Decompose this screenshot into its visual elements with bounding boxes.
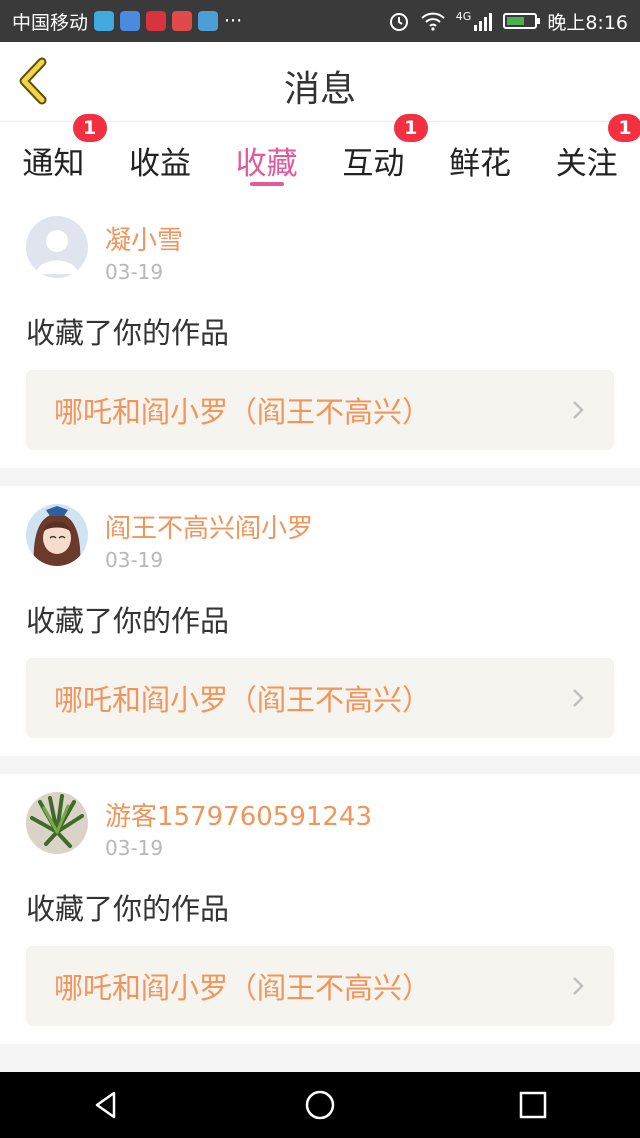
- nav-recents-button[interactable]: [503, 1083, 563, 1127]
- anime-avatar-icon: [26, 504, 88, 566]
- nav-back-button[interactable]: [77, 1083, 137, 1127]
- nav-home-button[interactable]: [290, 1083, 350, 1127]
- tab-interactions[interactable]: 互动 1: [320, 114, 428, 198]
- unread-badge: 1: [608, 114, 640, 142]
- chevron-right-icon: [573, 689, 584, 707]
- username[interactable]: 游客1579760591243: [105, 796, 372, 833]
- tab-favorites[interactable]: 收藏: [213, 122, 320, 198]
- system-nav-bar: [0, 1072, 640, 1138]
- list-item: 游客1579760591243 03-19 收藏了你的作品 哪吒和阎小罗（阎王不…: [0, 774, 640, 1044]
- username[interactable]: 阎王不高兴阎小罗: [105, 508, 313, 545]
- action-text: 收藏了你的作品: [26, 316, 230, 350]
- default-user-icon: [26, 216, 88, 278]
- work-title: 哪吒和阎小罗（阎王不高兴）: [54, 395, 432, 429]
- tab-label: 通知: [22, 145, 85, 182]
- avatar[interactable]: [26, 792, 88, 854]
- browser-app-icon: [198, 11, 219, 31]
- wifi-icon: [421, 12, 445, 31]
- tab-label: 关注: [555, 145, 618, 182]
- app-header: 消息: [0, 42, 640, 122]
- page-title: 消息: [283, 69, 356, 110]
- tab-bar: 通知 1 收益 收藏 互动 1 鲜花 关注 1: [0, 114, 640, 198]
- tab-notifications[interactable]: 通知 1: [0, 114, 107, 198]
- circle-home-icon: [305, 1090, 335, 1120]
- shop-app-icon: [172, 11, 193, 31]
- weibo-app-icon: [94, 11, 115, 31]
- unread-badge: 1: [72, 114, 107, 142]
- list-item: 阎王不高兴阎小罗 03-19 收藏了你的作品 哪吒和阎小罗（阎王不高兴）: [0, 486, 640, 756]
- tab-label: 收益: [129, 145, 191, 182]
- list-item: 凝小雪 03-19 收藏了你的作品 哪吒和阎小罗（阎王不高兴）: [0, 198, 640, 468]
- timestamp: 03-19: [105, 836, 164, 860]
- favorites-feed: 凝小雪 03-19 收藏了你的作品 哪吒和阎小罗（阎王不高兴） 阎王不高兴阎小罗…: [0, 198, 640, 1072]
- news-app-icon: [146, 11, 167, 31]
- status-bar: 中国移动 ··· 4G 晚上8:16: [0, 0, 640, 42]
- work-link[interactable]: 哪吒和阎小罗（阎王不高兴）: [26, 370, 614, 450]
- timestamp: 03-19: [105, 548, 164, 572]
- baidu-app-icon: [120, 11, 141, 31]
- action-text: 收藏了你的作品: [26, 604, 230, 638]
- signal-icon: [474, 13, 493, 31]
- plant-avatar-icon: [26, 792, 88, 854]
- alarm-icon: [389, 13, 408, 31]
- timestamp: 03-19: [105, 260, 164, 284]
- tab-label: 收藏: [235, 145, 298, 182]
- chevron-right-icon: [573, 401, 584, 419]
- work-link[interactable]: 哪吒和阎小罗（阎王不高兴）: [26, 946, 614, 1026]
- tab-earnings[interactable]: 收益: [107, 122, 214, 198]
- tab-label: 互动: [342, 145, 405, 182]
- avatar[interactable]: [26, 216, 88, 278]
- carrier-label: 中国移动: [12, 11, 89, 34]
- triangle-back-icon: [95, 1091, 115, 1119]
- unread-badge: 1: [393, 114, 428, 142]
- clock: 晚上8:16: [547, 11, 628, 34]
- more-notifications-icon: ···: [224, 10, 243, 32]
- username[interactable]: 凝小雪: [105, 220, 183, 257]
- square-recents-icon: [520, 1091, 547, 1119]
- work-title: 哪吒和阎小罗（阎王不高兴）: [54, 971, 432, 1005]
- active-tab-indicator: [249, 182, 284, 186]
- network-type-label: 4G: [455, 10, 472, 23]
- avatar[interactable]: [26, 504, 88, 566]
- work-title: 哪吒和阎小罗（阎王不高兴）: [54, 683, 432, 717]
- chevron-right-icon: [573, 977, 584, 995]
- tab-flowers[interactable]: 鲜花: [427, 122, 534, 198]
- action-text: 收藏了你的作品: [26, 892, 230, 926]
- battery-icon: [503, 13, 541, 29]
- work-link[interactable]: 哪吒和阎小罗（阎王不高兴）: [26, 658, 614, 738]
- tab-follows[interactable]: 关注 1: [533, 114, 640, 198]
- tab-label: 鲜花: [449, 145, 512, 182]
